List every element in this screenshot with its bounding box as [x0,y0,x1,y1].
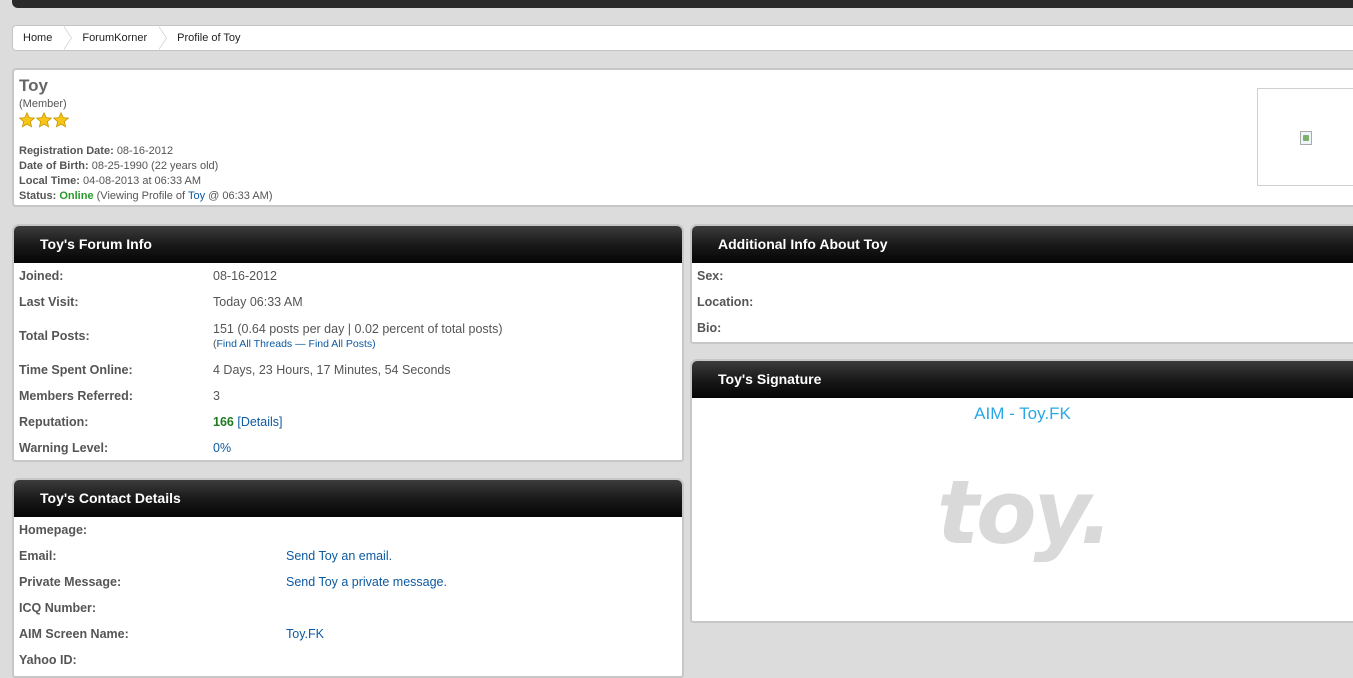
reputation-value: 166 [213,415,234,429]
status-detail-prefix: (Viewing Profile of [96,190,186,202]
aim-label: AIM Screen Name: [19,627,129,641]
signature-logo-image: toy. [937,461,1113,564]
additional-row: Bio: [692,315,1353,341]
pm-label: Private Message: [19,575,122,589]
local-time-label: Local Time: [19,175,80,187]
avatar [1257,88,1353,186]
status-detail-suffix: @ 06:33 AM) [208,190,273,202]
additional-info-panel: Additional Info About Toy Sex: Location:… [690,224,1353,344]
aim-link[interactable]: Toy.FK [286,627,324,641]
breadcrumb-home[interactable]: Home [13,26,73,50]
homepage-label: Homepage: [19,523,88,537]
contact-row: Private Message: Send Toy a private messa… [14,569,682,595]
top-bar [12,0,1353,8]
additional-row: Location: [692,289,1353,315]
time-online-value: 4 Days, 23 Hours, 17 Minutes, 54 Seconds [213,363,451,377]
time-online-label: Time Spent Online: [19,363,133,377]
total-posts-label: Total Posts: [19,329,90,343]
info-row: Last Visit: Today 06:33 AM [14,289,682,315]
signature-aim-text: AIM - Toy.FK [974,404,1071,423]
find-separator: — [295,338,306,350]
breadcrumb: Home ForumKorner Profile of Toy [12,25,1353,51]
contact-row: Yahoo ID: [14,647,682,673]
location-label: Location: [697,295,754,309]
info-row: Reputation: 166 [Details] [14,409,682,435]
registration-label: Registration Date: [19,145,114,157]
send-email-link[interactable]: Send Toy an email. [286,549,392,563]
yahoo-label: Yahoo ID: [19,653,77,667]
warning-level-link[interactable]: 0% [213,441,231,455]
broken-image-icon [1300,131,1312,145]
info-row: Total Posts: 151 (0.64 posts per day | 0… [19,322,503,350]
dob-label: Date of Birth: [19,160,89,172]
info-row: Members Referred: 3 [14,383,682,409]
find-threads-link[interactable]: Find All Threads [217,338,293,350]
reputation-details-link[interactable]: [Details] [237,415,282,429]
signature-panel: Toy's Signature AIM - Toy.FK toy. [690,359,1353,623]
sex-label: Sex: [697,269,724,283]
referred-label: Members Referred: [19,389,133,403]
contact-row: Homepage: [14,517,682,543]
registration-value: 08-16-2012 [116,145,174,157]
breadcrumb-forumkorner[interactable]: ForumKorner [68,26,167,50]
profile-role: (Member) [19,98,67,110]
last-visit-label: Last Visit: [19,295,79,309]
rank-stars [19,112,69,128]
profile-name: Toy [19,76,48,95]
contact-row: AIM Screen Name: Toy.FK [14,621,682,647]
warning-label: Warning Level: [19,441,109,455]
contact-title: Toy's Contact Details [14,480,682,517]
breadcrumb-current: Profile of Toy [177,32,241,44]
status-online: Online [59,190,94,202]
total-posts-value: 151 (0.64 posts per day | 0.02 percent o… [213,322,503,336]
status-label: Status: [19,190,57,202]
contact-row: ICQ Number: [14,595,682,621]
email-label: Email: [19,549,57,563]
profile-details: Registration Date: 08-16-2012 Date of Bi… [19,144,273,204]
local-time-value: 04-08-2013 at 06:33 AM [83,175,202,187]
info-row: Warning Level: 0% [14,435,682,460]
signature-title: Toy's Signature [692,361,1353,398]
bio-label: Bio: [697,321,722,335]
star-icon [53,112,69,128]
additional-info-title: Additional Info About Toy [692,226,1353,263]
dob-value: 08-25-1990 (22 years old) [91,160,219,172]
status-profile-link[interactable]: Toy [188,190,205,202]
reputation-label: Reputation: [19,415,89,429]
additional-row: Sex: [692,263,1353,289]
star-icon [36,112,52,128]
icq-label: ICQ Number: [19,601,97,615]
profile-summary: Toy (Member) Registration Date: 08-16-20… [12,68,1353,207]
joined-label: Joined: [19,269,64,283]
info-row: Time Spent Online: 4 Days, 23 Hours, 17 M… [14,357,682,383]
forum-info-title: Toy's Forum Info [14,226,682,263]
find-posts-link[interactable]: Find All Posts [309,338,373,350]
joined-value: 08-16-2012 [213,269,277,283]
send-pm-link[interactable]: Send Toy a private message. [286,575,447,589]
referred-value: 3 [213,389,220,403]
contact-panel: Toy's Contact Details Homepage: Email: Se… [12,478,684,678]
info-row: Joined: 08-16-2012 [14,263,682,289]
forum-info-panel: Toy's Forum Info Joined: 08-16-2012 Last … [12,224,684,462]
last-visit-value: Today 06:33 AM [213,295,303,309]
contact-row: Email: Send Toy an email. [14,543,682,569]
star-icon [19,112,35,128]
